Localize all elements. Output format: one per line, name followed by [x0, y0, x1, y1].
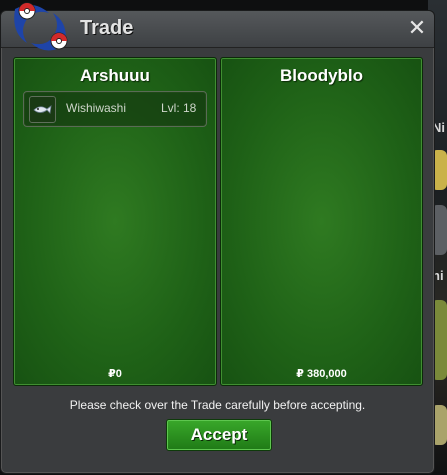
trade-pokemon-slot[interactable]: Wishiwashi Lvl: 18 [23, 91, 207, 127]
right-money-offer: ₽ 380,000 [296, 368, 347, 380]
trade-window: Trade ✕ Arshuuu Wishiwashi Lvl: 18 ₽0 Bl… [0, 2, 435, 474]
right-trade-panel: Bloodyblo ₽ 380,000 [220, 57, 423, 386]
left-player-name: Arshuuu [80, 66, 150, 85]
left-trade-panel: Arshuuu Wishiwashi Lvl: 18 ₽0 [13, 57, 217, 386]
left-money-offer: ₽0 [108, 368, 122, 380]
trade-notice: Please check over the Trade carefully be… [69, 398, 366, 412]
close-button[interactable]: ✕ [406, 16, 428, 40]
window-title: Trade [80, 17, 134, 39]
pokemon-name: Wishiwashi [66, 101, 127, 115]
close-icon: ✕ [407, 15, 427, 40]
accept-button[interactable]: Accept [166, 419, 272, 451]
pokemon-level: Lvl: 18 [161, 101, 197, 115]
wishiwashi-icon [29, 96, 56, 123]
right-player-name: Bloodyblo [279, 66, 364, 85]
trade-logo-icon [14, 2, 68, 51]
